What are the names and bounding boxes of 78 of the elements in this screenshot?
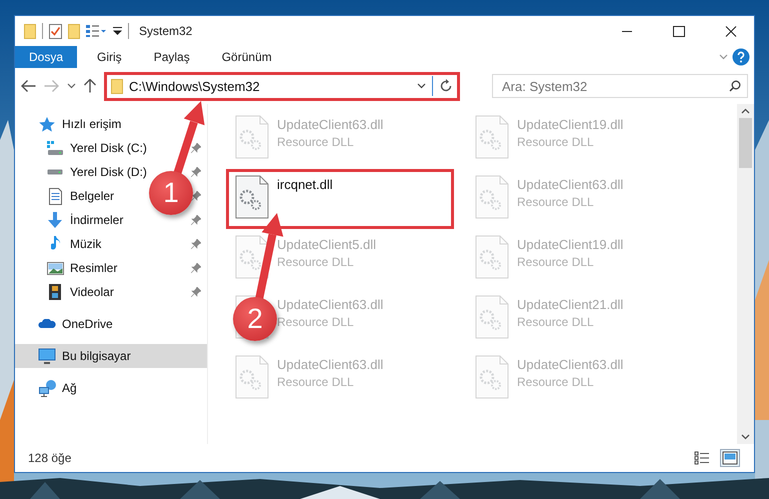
scroll-down-icon[interactable] [741, 434, 750, 440]
selected-sidebar-item[interactable]: Bu bilgisayar [15, 344, 207, 368]
gear-file-icon [235, 355, 269, 399]
pin-icon[interactable] [191, 143, 201, 153]
file-type: Resource DLL [277, 375, 354, 389]
music-note-icon [50, 236, 60, 252]
search-field[interactable]: Ara: System32 [492, 74, 748, 98]
address-dropdown-icon[interactable] [417, 83, 426, 89]
maximize-icon[interactable] [673, 26, 685, 36]
step-number: 1 [149, 171, 193, 215]
sidebar-item[interactable]: İndirmeler [70, 213, 124, 227]
pin-icon[interactable] [191, 167, 201, 177]
highlighted-file-item[interactable]: ircqnet.dll [226, 169, 454, 229]
gear-file-icon [235, 115, 269, 159]
sidebar-item[interactable]: Yerel Disk (D:) [70, 165, 147, 179]
back-arrow-icon[interactable] [21, 80, 36, 92]
file-type: Resource DLL [517, 375, 594, 389]
sidebar-item[interactable]: OneDrive [62, 317, 113, 331]
sidebar-item[interactable]: Müzik [70, 237, 102, 251]
checklist-icon[interactable] [49, 24, 62, 38]
highlighted-address-bar[interactable]: C:\Windows\System32 [104, 72, 460, 100]
ribbon-tab[interactable]: Giriş [83, 46, 136, 68]
sidebar-item[interactable]: Hızlı erişim [62, 117, 122, 131]
step-number: 2 [233, 297, 277, 341]
gear-file-icon [475, 295, 509, 339]
scroll-up-icon[interactable] [741, 108, 750, 114]
help-icon[interactable] [732, 48, 750, 66]
gear-file-icon [235, 175, 269, 219]
ribbon-tab[interactable]: Paylaş [140, 46, 204, 68]
star-icon [39, 116, 55, 132]
window-title: System32 [139, 24, 194, 38]
computer-icon [38, 348, 56, 364]
download-arrow-icon [48, 212, 62, 228]
file-type: Resource DLL [277, 315, 354, 329]
file-type: Resource DLL [517, 315, 594, 329]
drive-icon [47, 141, 63, 155]
file-type: Resource DLL [517, 135, 594, 149]
gear-file-icon [475, 175, 509, 219]
drive-icon [47, 169, 63, 175]
file-type: Resource DLL [277, 135, 354, 149]
document-icon [48, 188, 62, 204]
image-icon [46, 262, 64, 274]
tiles-view-button[interactable] [720, 449, 740, 467]
sidebar-item[interactable]: Ağ [62, 381, 77, 395]
pin-icon[interactable] [191, 287, 201, 297]
pin-icon[interactable] [191, 263, 201, 273]
sidebar-item[interactable]: Belgeler [70, 189, 114, 203]
properties-icon[interactable] [86, 25, 107, 37]
cloud-icon [38, 319, 56, 329]
sidebar-item[interactable]: Resimler [70, 261, 118, 275]
vertical-scrollbar[interactable] [737, 104, 754, 444]
scrollbar-thumb[interactable] [739, 118, 752, 168]
sidebar-item[interactable]: Videolar [70, 285, 114, 299]
file-type: Resource DLL [517, 195, 594, 209]
refresh-icon[interactable] [439, 79, 453, 93]
details-view-button[interactable] [692, 449, 712, 467]
gear-file-icon [475, 235, 509, 279]
network-icon [38, 380, 56, 396]
recent-locations-icon[interactable] [67, 83, 76, 89]
file-type: Resource DLL [277, 255, 354, 269]
gear-file-icon [475, 115, 509, 159]
file-menu-tab[interactable]: Dosya [15, 46, 78, 68]
ribbon-tab[interactable]: Görünüm [208, 46, 286, 68]
film-icon [49, 284, 61, 300]
sidebar-item[interactable]: Yerel Disk (C:) [70, 141, 147, 155]
item-count: 128 öğe [28, 451, 72, 465]
close-icon[interactable] [725, 26, 737, 36]
gear-file-icon [235, 235, 269, 279]
pin-icon[interactable] [191, 215, 201, 225]
dropdown-icon[interactable] [113, 27, 122, 35]
file-type: Resource DLL [517, 255, 594, 269]
expand-ribbon-icon[interactable] [719, 54, 728, 60]
folder-icon [111, 78, 123, 94]
up-arrow-icon[interactable] [84, 79, 96, 93]
pin-icon[interactable] [191, 191, 201, 201]
pin-icon[interactable] [191, 239, 201, 249]
search-icon[interactable] [729, 80, 741, 92]
gear-file-icon [475, 355, 509, 399]
